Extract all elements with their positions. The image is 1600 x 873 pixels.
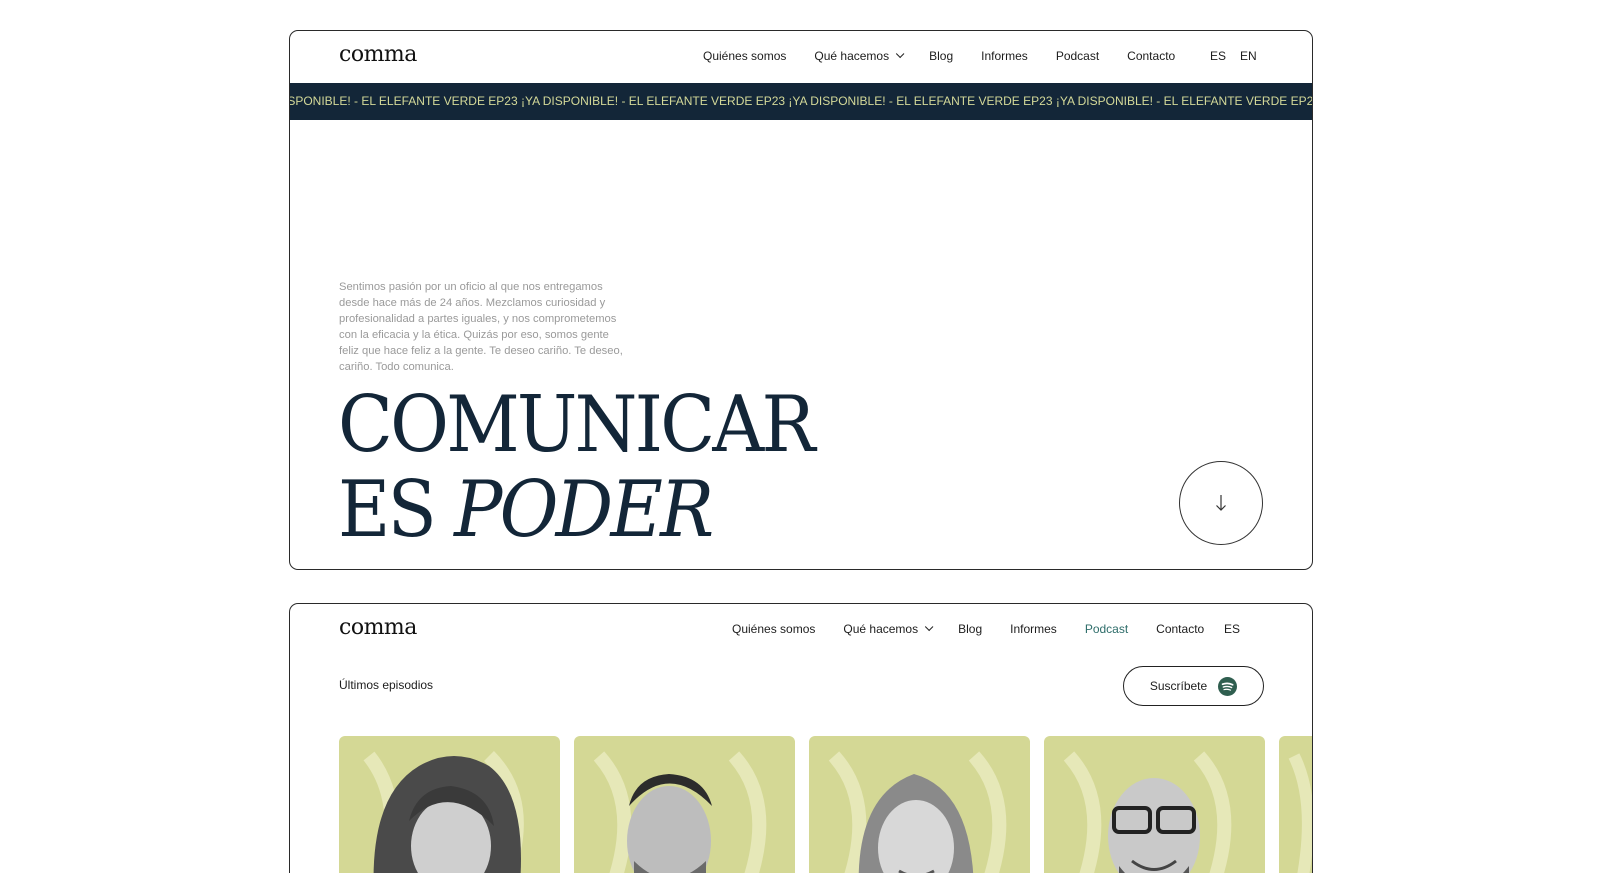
nav-contacto[interactable]: Contacto (1127, 49, 1175, 63)
nav-podcast[interactable]: Podcast (1056, 49, 1099, 63)
headline-line-2: ES PODER (338, 468, 813, 553)
latest-episodes-heading: Últimos episodios (339, 678, 434, 692)
nav-label: Informes (981, 49, 1028, 63)
nav-podcast[interactable]: Podcast (1085, 622, 1128, 636)
intro-paragraph: Sentimos pasión por un oficio al que nos… (339, 281, 623, 373)
spotify-icon (1218, 676, 1238, 696)
lang-es[interactable]: ES (1224, 622, 1240, 636)
episode-card[interactable] (574, 736, 795, 873)
nav-label: Quiénes somos (703, 49, 787, 63)
nav-label: Blog (929, 49, 954, 63)
nav-blog[interactable]: Blog (958, 622, 982, 636)
nav-label: Blog (958, 622, 983, 636)
lang-en[interactable]: EN (1240, 49, 1257, 63)
episode-card[interactable] (339, 736, 560, 873)
hero-page-frame: comma Quiénes somos Qué hacemos Blog Inf… (289, 30, 1313, 570)
nav-label: Contacto (1156, 622, 1205, 636)
chevron-down-icon (895, 49, 905, 59)
episode-portrait (363, 751, 524, 873)
chevron-down-icon (924, 622, 934, 632)
episode-card[interactable] (809, 736, 1030, 873)
episode-card[interactable] (1044, 736, 1265, 873)
nav-quienes-somos[interactable]: Quiénes somos (703, 49, 786, 63)
nav-label: Podcast (1055, 49, 1100, 63)
hero-headline: COMUNICAR ES PODER (338, 383, 854, 553)
episode-portrait (828, 751, 1007, 873)
ticker-text: ISPONIBLE! - EL ELEFANTE VERDE EP23 ¡YA … (290, 94, 1312, 108)
podcast-page-frame: comma Quiénes somos Qué hacemos Blog Inf… (289, 603, 1313, 873)
hero-navbar: comma Quiénes somos Qué hacemos Blog Inf… (290, 31, 1312, 83)
nav-que-hacemos[interactable]: Qué hacemos (814, 49, 905, 63)
logo[interactable]: comma (339, 42, 417, 67)
episode-portrait (1063, 751, 1232, 873)
language-switcher: ES (1210, 622, 1240, 636)
nav-contacto[interactable]: Contacto (1156, 622, 1204, 636)
language-switcher: ES EN (1196, 49, 1257, 63)
lang-es[interactable]: ES (1210, 49, 1226, 63)
nav-blog[interactable]: Blog (929, 49, 953, 63)
episode-portrait (593, 751, 767, 873)
nav-label: Contacto (1127, 49, 1176, 63)
podcast-navbar: comma Quiénes somos Qué hacemos Blog Inf… (290, 604, 1312, 656)
nav-label: Podcast (1084, 622, 1129, 636)
nav-label: Quiénes somos (732, 622, 816, 636)
nav-que-hacemos[interactable]: Qué hacemos (843, 622, 934, 636)
nav-label: Qué hacemos (814, 49, 890, 63)
main-menu: Quiénes somos Qué hacemos Blog Informes … (732, 622, 1232, 636)
episode-portrait (1288, 753, 1312, 873)
headline-es: ES (338, 465, 455, 555)
headline-line-1: COMUNICAR (338, 380, 816, 470)
nav-informes[interactable]: Informes (1010, 622, 1057, 636)
arrow-down-icon (1216, 495, 1226, 511)
nav-quienes-somos[interactable]: Quiénes somos (732, 622, 815, 636)
nav-label: Informes (1010, 622, 1057, 636)
main-menu: Quiénes somos Qué hacemos Blog Informes … (703, 49, 1203, 63)
logo[interactable]: comma (339, 615, 417, 640)
nav-informes[interactable]: Informes (981, 49, 1028, 63)
subscribe-button[interactable]: Suscríbete (1123, 666, 1264, 706)
announcement-ticker[interactable]: ISPONIBLE! - EL ELEFANTE VERDE EP23 ¡YA … (290, 83, 1312, 120)
episode-card[interactable] (1279, 736, 1312, 873)
headline-poder: PODER (454, 465, 714, 555)
subscribe-label: Suscríbete (1149, 679, 1208, 693)
scroll-down-button[interactable] (1179, 461, 1263, 545)
nav-label: Qué hacemos (843, 622, 919, 636)
